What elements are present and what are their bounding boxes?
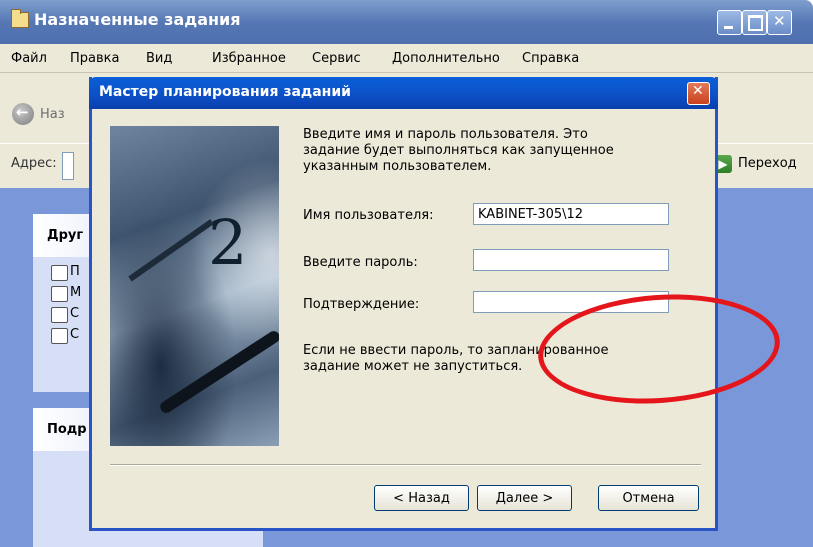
confirm-password-label: Подтверждение: (303, 297, 420, 312)
clock-hand-graphic (128, 219, 214, 282)
printer-icon[interactable] (51, 286, 68, 302)
menu-file[interactable]: Файл (11, 51, 47, 66)
confirm-password-input[interactable] (473, 291, 669, 313)
back-button-label[interactable]: Наз (40, 107, 65, 122)
menu-help[interactable]: Справка (522, 51, 579, 66)
control-panel-icon[interactable] (51, 265, 68, 281)
next-button[interactable]: Далее > (477, 485, 572, 511)
wizard-close-button[interactable] (687, 82, 710, 105)
menu-edit[interactable]: Правка (70, 51, 119, 66)
panel-link-2[interactable]: М (70, 285, 86, 300)
username-label: Имя пользователя: (303, 208, 434, 223)
menu-view[interactable]: Вид (146, 51, 172, 66)
menu-tools[interactable]: Сервис (312, 51, 361, 66)
address-input[interactable] (62, 152, 74, 180)
minimize-button[interactable] (717, 10, 742, 35)
wizard-title: Мастер планирования заданий (99, 84, 351, 100)
network-icon[interactable] (51, 328, 68, 344)
panel-link-1[interactable]: П (70, 264, 86, 279)
menu-favorites[interactable]: Избранное (212, 51, 286, 66)
panel-link-3[interactable]: С (70, 306, 86, 321)
task-scheduler-wizard-dialog: Мастер планирования заданий 2 Введите им… (89, 77, 784, 531)
wizard-clock-pen-image: 2 (110, 126, 279, 446)
password-input[interactable] (473, 249, 669, 271)
go-button-label[interactable]: Переход (738, 156, 797, 171)
back-arrow-icon[interactable] (12, 103, 34, 125)
close-button[interactable] (767, 10, 792, 35)
password-label: Введите пароль: (303, 255, 418, 270)
button-separator (110, 464, 701, 466)
panel-title: Друг (47, 228, 84, 243)
maximize-button[interactable] (742, 10, 767, 35)
fountain-pen-graphic (158, 328, 279, 416)
password-note-text: Если не ввести пароль, то запланированно… (303, 343, 609, 374)
back-button[interactable]: < Назад (374, 485, 469, 511)
username-input[interactable] (473, 203, 669, 225)
main-title-bar[interactable]: Назначенные задания (0, 0, 813, 44)
folder-icon (11, 9, 29, 28)
main-window-title: Назначенные задания (34, 10, 241, 29)
wizard-title-bar[interactable]: Мастер планирования заданий (89, 77, 718, 109)
menu-bar: Файл Правка Вид Избранное Сервис Дополни… (0, 44, 813, 109)
intro-text: Введите имя и пароль пользователя. Это з… (303, 127, 614, 174)
panel-title: Подр (47, 422, 87, 437)
menu-advanced[interactable]: Дополнительно (392, 51, 500, 66)
cancel-button[interactable]: Отмена (598, 485, 699, 511)
folder-icon[interactable] (51, 307, 68, 323)
clock-numeral-graphic: 2 (208, 206, 248, 279)
address-label: Адрес: (11, 156, 57, 171)
panel-link-4[interactable]: С (70, 327, 86, 342)
